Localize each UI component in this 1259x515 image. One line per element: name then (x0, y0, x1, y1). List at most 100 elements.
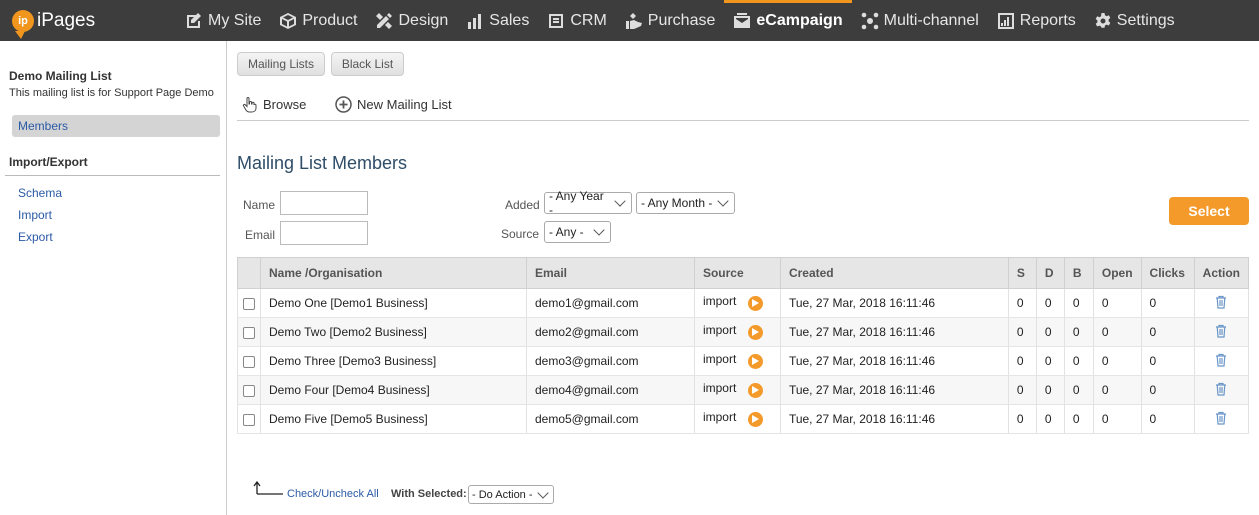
header-action: Action (1193, 257, 1250, 289)
nav-design[interactable]: Design (366, 0, 457, 41)
trash-icon[interactable] (1215, 411, 1227, 425)
new-mailing-list-button[interactable]: New Mailing List (335, 94, 452, 114)
trash-icon[interactable] (1215, 295, 1227, 309)
sidebar-item-members[interactable]: Members (12, 115, 220, 137)
row-name: Demo Five [Demo5 Business] (259, 404, 527, 434)
row-created: Tue, 27 Mar, 2018 16:11:46 (779, 404, 1009, 434)
with-selected-label: With Selected: (391, 488, 467, 500)
row-d: 0 (1035, 288, 1065, 318)
name-filter-input[interactable] (280, 191, 368, 215)
nav-sales[interactable]: Sales (457, 0, 538, 41)
arrow-right-icon[interactable] (748, 382, 764, 398)
nav-purchase[interactable]: Purchase (616, 0, 725, 41)
logo-badge: ip (12, 10, 34, 32)
row-source: import (702, 410, 737, 424)
check-uncheck-all-link[interactable]: Check/Uncheck All (287, 488, 379, 500)
tab-mailing-lists[interactable]: Mailing Lists (237, 52, 325, 76)
row-email: demo5@gmail.com (525, 404, 695, 434)
bulk-action-select[interactable]: - Do Action - (468, 485, 554, 504)
email-filter-input[interactable] (280, 221, 368, 245)
nav-multi-channel[interactable]: Multi-channel (852, 0, 988, 41)
new-mailing-list-label: New Mailing List (357, 96, 452, 112)
members-table: Name /Organisation Email Source Created … (237, 257, 1250, 434)
sidebar-item-import[interactable]: Import (18, 208, 52, 222)
row-name: Demo Two [Demo2 Business] (259, 317, 527, 347)
header-created[interactable]: Created (779, 257, 1009, 289)
row-source: import (702, 323, 737, 337)
month-select[interactable]: - Any Month - (636, 192, 735, 214)
nav-label: CRM (570, 11, 607, 29)
nav-ecampaign[interactable]: eCampaign (724, 0, 852, 41)
header-clicks[interactable]: Clicks (1140, 257, 1195, 289)
edit-icon (187, 12, 201, 28)
year-select-value: - Any Year - (549, 189, 604, 217)
year-select[interactable]: - Any Year - (544, 189, 632, 217)
nav-label: Product (302, 11, 358, 29)
select-button[interactable]: Select (1169, 197, 1249, 225)
toolbar-divider (237, 120, 1249, 121)
row-s: 0 (1007, 317, 1037, 347)
row-checkbox-cell (237, 375, 261, 405)
row-name: Demo Four [Demo4 Business] (259, 375, 527, 405)
nav-label: Multi-channel (883, 11, 979, 29)
header-d[interactable]: D (1035, 257, 1065, 289)
logo-name: iPages (37, 10, 96, 31)
row-checkbox[interactable] (242, 355, 255, 368)
ipages-logo[interactable]: ip iPages (12, 8, 96, 39)
nav-product[interactable]: Product (270, 0, 366, 41)
hand-icon (625, 12, 642, 29)
header-checkbox-cell (237, 257, 261, 289)
row-action-cell (1193, 288, 1250, 318)
nav-crm[interactable]: CRM (538, 0, 615, 41)
logo-badge-tail (15, 31, 25, 39)
row-s: 0 (1007, 404, 1037, 434)
name-filter-label: Name (243, 198, 276, 212)
row-source-cell: import (693, 288, 781, 318)
row-open: 0 (1092, 404, 1142, 434)
gear-icon (1095, 12, 1111, 28)
arrow-right-icon[interactable] (748, 411, 764, 427)
trash-icon[interactable] (1215, 382, 1227, 396)
source-select[interactable]: - Any - (544, 221, 611, 243)
nav-label: Settings (1116, 11, 1175, 29)
arrow-right-icon[interactable] (748, 324, 764, 340)
row-s: 0 (1007, 288, 1037, 318)
source-filter-label: Source (501, 227, 540, 241)
reports-icon (997, 12, 1014, 29)
import-export-heading: Import/Export (9, 155, 88, 169)
row-created: Tue, 27 Mar, 2018 16:11:46 (779, 317, 1009, 347)
row-checkbox[interactable] (242, 326, 255, 339)
row-created: Tue, 27 Mar, 2018 16:11:46 (779, 346, 1009, 376)
header-open[interactable]: Open (1092, 257, 1142, 289)
header-email[interactable]: Email (525, 257, 695, 289)
row-checkbox[interactable] (242, 413, 255, 426)
trash-icon[interactable] (1215, 353, 1227, 367)
row-checkbox[interactable] (242, 384, 255, 397)
nav-label: My Site (208, 11, 262, 29)
row-checkbox[interactable] (242, 297, 255, 310)
sidebar-item-export[interactable]: Export (18, 230, 53, 244)
corner-arrow-icon (253, 481, 283, 495)
row-action-cell (1193, 404, 1250, 434)
tab-black-list[interactable]: Black List (331, 52, 404, 76)
nav-reports[interactable]: Reports (988, 0, 1085, 41)
trash-icon[interactable] (1215, 324, 1227, 338)
arrow-right-icon[interactable] (748, 353, 764, 369)
arrow-right-icon[interactable] (748, 295, 764, 311)
row-source-cell: import (693, 317, 781, 347)
row-open: 0 (1092, 346, 1142, 376)
header-name[interactable]: Name /Organisation (259, 257, 527, 289)
row-b: 0 (1063, 375, 1094, 405)
header-b[interactable]: B (1063, 257, 1094, 289)
source-select-value: - Any - (549, 225, 584, 239)
row-checkbox-cell (237, 404, 261, 434)
header-source[interactable]: Source (693, 257, 781, 289)
header-s[interactable]: S (1007, 257, 1037, 289)
main-nav: My Site Product Design Sales CRM Purchas… (185, 0, 1184, 41)
nav-my-site[interactable]: My Site (185, 0, 270, 41)
row-s: 0 (1007, 375, 1037, 405)
browse-button[interactable]: Browse (241, 94, 306, 114)
sidebar-item-schema[interactable]: Schema (18, 186, 62, 200)
nav-settings[interactable]: Settings (1085, 0, 1184, 41)
row-source-cell: import (693, 346, 781, 376)
